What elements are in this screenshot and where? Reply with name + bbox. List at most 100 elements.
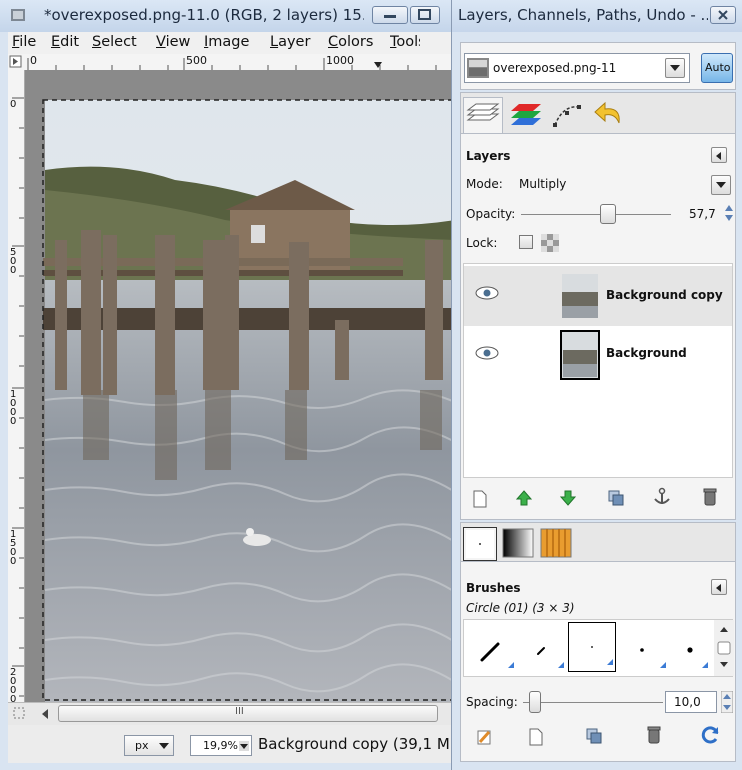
scroll-left-arrow-icon[interactable] xyxy=(38,707,52,721)
layer-row[interactable]: Background copy xyxy=(464,266,732,326)
brush-preview xyxy=(537,647,564,668)
auto-button[interactable]: Auto xyxy=(701,53,733,83)
new-brush-icon[interactable] xyxy=(527,727,545,747)
menu-colors[interactable]: Colors xyxy=(328,34,373,50)
brushes-tab-menu-button[interactable] xyxy=(711,579,727,595)
lower-layer-icon[interactable] xyxy=(559,489,577,507)
image-canvas[interactable] xyxy=(25,70,451,702)
tab-layers[interactable] xyxy=(463,97,503,133)
menu-image[interactable]: Image xyxy=(204,34,249,50)
dock-titlebar[interactable]: Layers, Channels, Paths, Undo - ... xyxy=(452,0,742,32)
mode-value[interactable]: Multiply xyxy=(519,177,566,191)
brush-preview xyxy=(640,648,666,668)
dock-title: Layers, Channels, Paths, Undo - ... xyxy=(458,6,708,24)
gimp-app-icon xyxy=(11,9,25,21)
chevron-down-icon xyxy=(159,743,169,749)
spacing-slider-track[interactable] xyxy=(523,702,663,703)
chevron-down-icon xyxy=(670,65,680,71)
mode-label: Mode: xyxy=(466,177,503,191)
brush-cell[interactable] xyxy=(468,624,516,672)
menu-layer[interactable]: Layer xyxy=(270,34,310,50)
brush-preview xyxy=(591,646,613,665)
image-select-arrow[interactable] xyxy=(665,58,685,78)
tab-undo-history[interactable] xyxy=(591,99,631,131)
close-icon xyxy=(718,10,728,20)
lock-label: Lock: xyxy=(466,236,498,250)
brushes-tabbar xyxy=(461,523,735,562)
tab-brushes[interactable] xyxy=(463,527,497,561)
image-select[interactable]: overexposed.png-11 xyxy=(464,53,690,83)
anchor-icon[interactable] xyxy=(653,487,671,507)
unit-select[interactable]: px xyxy=(124,735,174,756)
menu-tools[interactable]: Tools xyxy=(390,34,420,50)
ruler-ticks xyxy=(27,58,437,70)
refresh-icon[interactable] xyxy=(701,725,721,745)
tab-patterns[interactable] xyxy=(539,527,573,559)
eye-icon[interactable] xyxy=(474,284,500,302)
layers-tab-menu-button[interactable] xyxy=(711,147,727,163)
image-select-value: overexposed.png-11 xyxy=(493,61,617,75)
brush-preview xyxy=(480,642,514,668)
delete-brush-icon[interactable] xyxy=(645,725,663,745)
tab-paths[interactable] xyxy=(549,99,589,131)
menu-edit[interactable]: Edit xyxy=(51,34,79,50)
spin-arrows-icon[interactable] xyxy=(721,691,733,713)
duplicate-layer-icon[interactable] xyxy=(607,489,625,507)
vertical-ruler[interactable]: 0 500 1000 1500 2000 xyxy=(8,70,25,715)
new-layer-icon[interactable] xyxy=(471,489,489,509)
channels-icon xyxy=(511,104,541,125)
layer-name[interactable]: Background xyxy=(606,346,687,360)
delete-layer-icon[interactable] xyxy=(701,487,719,507)
checkerboard-icon[interactable] xyxy=(541,234,559,252)
edit-brush-icon[interactable] xyxy=(475,727,493,747)
dock-close-button[interactable] xyxy=(710,6,736,24)
duplicate-brush-icon[interactable] xyxy=(585,727,603,745)
brushes-dock: Brushes Circle (01) (3 × 3) Spacing: 10,… xyxy=(460,522,736,762)
maximize-button[interactable] xyxy=(410,6,440,24)
maximize-icon xyxy=(418,9,431,20)
mode-dropdown-button[interactable] xyxy=(711,175,731,195)
opacity-slider-track[interactable] xyxy=(521,214,671,215)
zoom-input[interactable]: 19,9% xyxy=(190,735,252,756)
navigate-icon[interactable] xyxy=(12,706,26,722)
zoom-value: 19,9% xyxy=(203,739,238,752)
scroll-thumb[interactable]: III xyxy=(58,705,438,722)
layer-row[interactable]: Background xyxy=(464,328,732,388)
tab-gradients[interactable] xyxy=(501,527,535,559)
quickmask-menu-icon[interactable] xyxy=(8,54,24,70)
raise-layer-icon[interactable] xyxy=(515,489,533,507)
menu-view[interactable]: View xyxy=(156,34,190,50)
opacity-label: Opacity: xyxy=(466,207,516,221)
horizontal-scrollbar[interactable]: III xyxy=(8,702,451,725)
ruler-h-label: 1000 xyxy=(326,54,354,67)
lock-pixels-checkbox[interactable] xyxy=(519,235,533,249)
spacing-input[interactable]: 10,0 xyxy=(665,691,717,713)
brushes-heading: Brushes xyxy=(466,581,521,595)
opacity-slider-thumb[interactable] xyxy=(599,204,616,224)
current-brush: Circle (01) (3 × 3) xyxy=(466,601,575,615)
spacing-slider-thumb[interactable] xyxy=(529,691,541,713)
brush-grid-scrollbar[interactable] xyxy=(714,620,734,676)
minimize-button[interactable] xyxy=(372,6,408,24)
layer-thumbnail xyxy=(560,330,600,380)
menubar: File Edit Select View Image Layer Colors… xyxy=(8,32,451,54)
brush-cell-selected[interactable] xyxy=(568,622,616,672)
menu-file[interactable]: File xyxy=(12,34,36,50)
image-window-titlebar[interactable]: *overexposed.png-11.0 (RGB, 2 layers) 15… xyxy=(0,0,451,32)
opacity-value[interactable]: 57,7 xyxy=(689,207,716,221)
tab-menu-icon xyxy=(716,584,721,592)
gradient-icon xyxy=(502,528,534,558)
dock-window: Layers, Channels, Paths, Undo - ... over… xyxy=(452,0,742,770)
brush-cell[interactable] xyxy=(620,624,668,672)
eye-icon[interactable] xyxy=(474,344,500,362)
layer-name[interactable]: Background copy xyxy=(606,288,723,302)
horizontal-ruler[interactable]: 0 500 1000 xyxy=(8,54,451,71)
dock-tabbar xyxy=(461,93,735,134)
spin-arrows-icon[interactable] xyxy=(723,203,735,223)
layers-dock: Layers Mode: Multiply Opacity: 57,7 Lock… xyxy=(460,92,736,520)
tab-channels[interactable] xyxy=(507,99,547,131)
brush-cell[interactable] xyxy=(670,624,710,672)
menu-select[interactable]: Select xyxy=(92,34,137,50)
auto-label: Auto xyxy=(705,61,731,74)
brush-cell[interactable] xyxy=(518,624,566,672)
